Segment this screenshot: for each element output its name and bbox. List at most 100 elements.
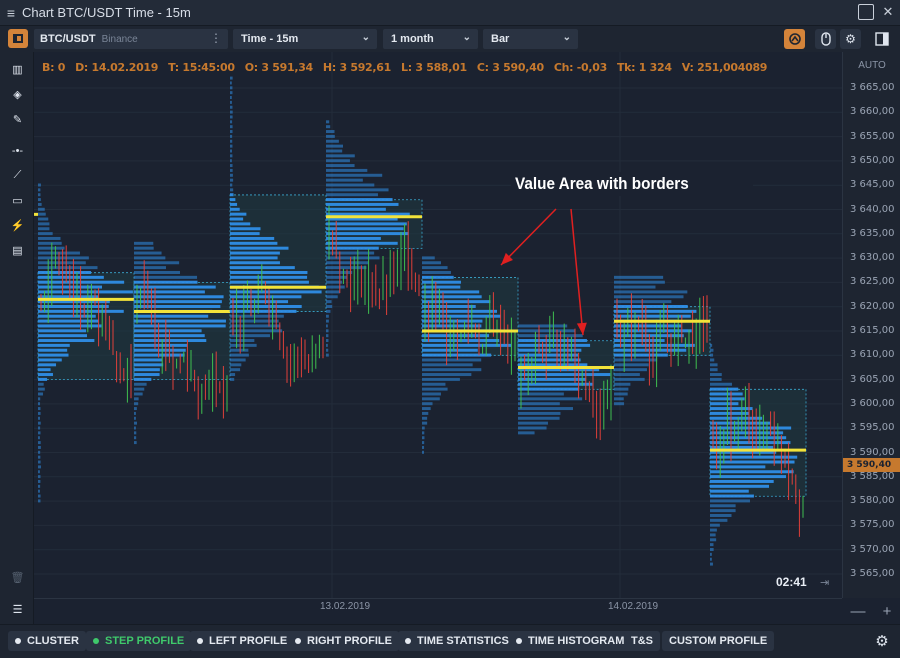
profile-bar xyxy=(422,290,480,294)
period-dropdown[interactable]: 1 month ⌄ xyxy=(383,29,478,49)
panel-icon xyxy=(13,34,23,43)
profile-bar xyxy=(422,407,431,411)
more-options-icon[interactable]: ⋮ xyxy=(210,31,222,45)
horizontal-line-tool[interactable]: -•- xyxy=(8,141,27,160)
time-axis[interactable]: 13.02.2019 14.02.2019 xyxy=(34,598,842,624)
profile-bar xyxy=(518,431,535,435)
profile-bar xyxy=(134,270,180,274)
profile-tool[interactable]: ▤ xyxy=(8,241,27,260)
profile-bar xyxy=(230,134,233,138)
profile-bar xyxy=(230,144,233,148)
toggle-panel-button[interactable] xyxy=(8,29,28,48)
profile-bar xyxy=(326,314,329,318)
profile-bar xyxy=(134,373,160,377)
info-field: Ch: -0,03 xyxy=(553,61,607,74)
profile-bar xyxy=(134,329,202,333)
delete-drawings-button[interactable]: 🗑 xyxy=(8,568,27,587)
profile-bar xyxy=(710,489,749,493)
trend-line-tool[interactable]: ⟋ xyxy=(8,166,27,185)
zoom-in-icon[interactable]: + xyxy=(883,603,892,620)
profile-bar xyxy=(614,358,658,362)
profile-bar xyxy=(134,416,136,420)
profile-bar xyxy=(230,86,233,90)
symbol-selector[interactable]: BTC/USDT Binance ⋮ xyxy=(34,29,228,49)
profile-bar xyxy=(38,236,61,240)
profile-bar xyxy=(38,445,41,449)
profile-bar xyxy=(38,392,43,396)
profile-bar xyxy=(230,232,260,236)
tab-time-statistics[interactable]: TIME STATISTICS xyxy=(398,631,516,651)
tab-cluster[interactable]: CLUSTER xyxy=(8,631,86,651)
profile-bar xyxy=(614,353,668,357)
profile-bar xyxy=(134,261,180,265)
profile-bar xyxy=(614,382,631,386)
profile-bar xyxy=(326,139,339,143)
chart-type-dropdown[interactable]: Bar ⌄ xyxy=(483,29,578,49)
profile-bar xyxy=(230,202,238,206)
profile-bar xyxy=(134,251,162,255)
y-tick-label: 3 635,00 xyxy=(850,227,895,239)
timeframe-dropdown[interactable]: Time - 15m ⌄ xyxy=(233,29,377,49)
profile-bar xyxy=(326,246,379,250)
profile-bar xyxy=(326,324,328,328)
profile-bar xyxy=(326,125,331,129)
profile-bar xyxy=(38,489,40,493)
layers-button[interactable]: ◈ xyxy=(8,85,27,104)
chart-area[interactable] xyxy=(34,52,842,598)
zoom-out-icon[interactable]: — xyxy=(851,603,866,620)
tab-t-s[interactable]: T&S xyxy=(624,631,660,651)
indicators-button[interactable]: ▥ xyxy=(8,60,27,79)
profile-bar xyxy=(230,164,233,168)
trend-line-icon: ⟋ xyxy=(13,169,22,181)
zoom-controls: — + xyxy=(842,598,900,624)
hamburger-menu-icon[interactable]: ≡ xyxy=(0,5,22,21)
profile-bar xyxy=(422,416,428,420)
scroll-to-end-icon[interactable]: ⇥ xyxy=(820,576,829,589)
crosshair-mode-button[interactable] xyxy=(784,29,805,49)
chart-settings-button[interactable]: ⚙ xyxy=(840,29,861,49)
profile-bar xyxy=(326,120,330,124)
sidebar-toggle-button[interactable] xyxy=(871,29,892,49)
profile-bar xyxy=(710,421,771,425)
price-chart[interactable] xyxy=(34,52,842,598)
profile-bar xyxy=(134,343,188,347)
profile-bar xyxy=(614,368,647,372)
tab-left-profile[interactable]: LEFT PROFILE xyxy=(190,631,295,651)
list-button[interactable]: ☰ xyxy=(8,600,27,619)
profile-bar xyxy=(422,295,482,299)
layers-icon: ◈ xyxy=(13,89,22,101)
y-tick-label: 3 580,00 xyxy=(850,495,895,507)
bar-chart-icon: ▥ xyxy=(12,64,23,76)
profile-bar xyxy=(614,387,629,391)
auto-scale-toggle[interactable]: AUTO xyxy=(843,60,900,71)
maximize-button[interactable] xyxy=(858,4,874,20)
y-tick-label: 3 625,00 xyxy=(850,276,895,288)
fibonacci-tool[interactable]: ⚡ xyxy=(8,216,27,235)
horizontal-line-icon: -•- xyxy=(11,144,24,157)
profile-bar xyxy=(710,431,784,435)
profile-bar xyxy=(38,494,41,498)
profile-bar xyxy=(326,309,331,313)
profile-bar xyxy=(326,241,398,245)
rectangle-tool[interactable]: ▭ xyxy=(8,191,27,210)
profile-bar xyxy=(326,168,368,172)
mouse-mode-button[interactable] xyxy=(815,29,836,49)
profile-bar xyxy=(134,402,139,406)
profile-bar xyxy=(614,402,625,406)
info-field: C: 3 590,40 xyxy=(476,61,544,74)
rectangle-icon: ▭ xyxy=(12,195,23,207)
price-axis[interactable]: AUTO 3 665,00 3 660,00 3 655,00 3 650,00 3 6… xyxy=(842,52,900,598)
tab-step-profile[interactable]: STEP PROFILE xyxy=(86,631,192,651)
profile-bar xyxy=(38,382,44,386)
pencil-button[interactable]: ✎ xyxy=(8,110,27,129)
close-button[interactable]: ✕ xyxy=(880,4,896,20)
profile-bar xyxy=(230,373,236,377)
profile-bar xyxy=(38,426,41,430)
tab-right-profile[interactable]: RIGHT PROFILE xyxy=(288,631,399,651)
bottom-settings-button[interactable]: ⚙ xyxy=(872,631,892,651)
trash-icon: 🗑 xyxy=(10,572,25,584)
tab-custom-profile[interactable]: CUSTOM PROFILE xyxy=(662,631,775,651)
tab-time-histogram[interactable]: TIME HISTOGRAM xyxy=(509,631,632,651)
profile-bar xyxy=(134,319,226,323)
profile-bar xyxy=(326,222,407,226)
